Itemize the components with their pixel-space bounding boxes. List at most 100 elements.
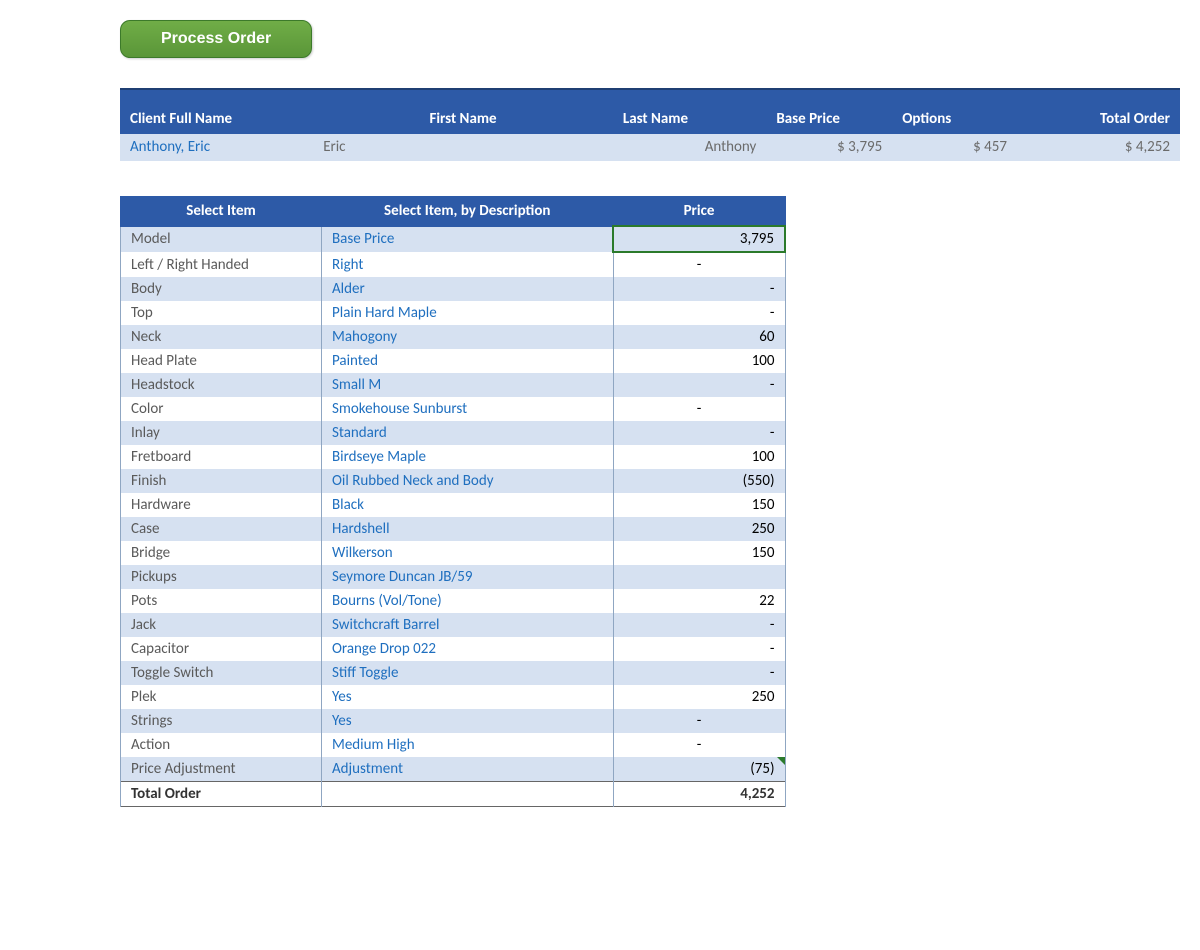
item-price-cell[interactable]: - bbox=[613, 733, 785, 757]
item-description-cell[interactable]: Yes bbox=[322, 685, 614, 709]
item-price-cell[interactable]: 150 bbox=[613, 493, 785, 517]
item-price-cell[interactable]: - bbox=[613, 277, 785, 301]
item-price-cell[interactable]: - bbox=[613, 637, 785, 661]
item-price-cell[interactable]: 150 bbox=[613, 541, 785, 565]
header-select-item-description: Select Item, by Description bbox=[322, 197, 614, 227]
item-row[interactable]: CapacitorOrange Drop 022- bbox=[121, 637, 786, 661]
item-category-cell[interactable]: Top bbox=[121, 301, 322, 325]
item-row[interactable]: HeadstockSmall M- bbox=[121, 373, 786, 397]
item-row[interactable]: NeckMahogony60 bbox=[121, 325, 786, 349]
item-row[interactable]: Price AdjustmentAdjustment(75) bbox=[121, 757, 786, 782]
item-category-cell[interactable]: Pots bbox=[121, 589, 322, 613]
item-description-cell[interactable]: Bourns (Vol/Tone) bbox=[322, 589, 614, 613]
item-row[interactable]: CaseHardshell250 bbox=[121, 517, 786, 541]
item-category-cell[interactable]: Inlay bbox=[121, 421, 322, 445]
item-description-cell[interactable]: Base Price bbox=[322, 226, 614, 252]
item-description-cell[interactable]: Mahogony bbox=[322, 325, 614, 349]
item-category-cell[interactable]: Case bbox=[121, 517, 322, 541]
item-description-cell[interactable]: Orange Drop 022 bbox=[322, 637, 614, 661]
item-category-cell[interactable]: Capacitor bbox=[121, 637, 322, 661]
process-order-button[interactable]: Process Order bbox=[120, 20, 312, 58]
item-description-cell[interactable]: Alder bbox=[322, 277, 614, 301]
item-category-cell[interactable]: Pickups bbox=[121, 565, 322, 589]
item-row[interactable]: BridgeWilkerson150 bbox=[121, 541, 786, 565]
item-category-cell[interactable]: Bridge bbox=[121, 541, 322, 565]
item-row[interactable]: PickupsSeymore Duncan JB/59 bbox=[121, 565, 786, 589]
item-description-cell[interactable]: Standard bbox=[322, 421, 614, 445]
item-category-cell[interactable]: Body bbox=[121, 277, 322, 301]
client-options-cell: $ 457 bbox=[892, 134, 1017, 161]
item-description-cell[interactable]: Oil Rubbed Neck and Body bbox=[322, 469, 614, 493]
item-category-cell[interactable]: Toggle Switch bbox=[121, 661, 322, 685]
item-category-cell[interactable]: Action bbox=[121, 733, 322, 757]
item-description-cell[interactable]: Yes bbox=[322, 709, 614, 733]
item-category-cell[interactable]: Fretboard bbox=[121, 445, 322, 469]
item-description-cell[interactable]: Painted bbox=[322, 349, 614, 373]
item-category-cell[interactable]: Neck bbox=[121, 325, 322, 349]
item-description-cell[interactable]: Switchcraft Barrel bbox=[322, 613, 614, 637]
item-category-cell[interactable]: Model bbox=[121, 226, 322, 252]
item-category-cell[interactable]: Finish bbox=[121, 469, 322, 493]
item-row[interactable]: PlekYes250 bbox=[121, 685, 786, 709]
item-row[interactable]: Head PlatePainted100 bbox=[121, 349, 786, 373]
item-description-cell[interactable]: Black bbox=[322, 493, 614, 517]
item-category-cell[interactable]: Jack bbox=[121, 613, 322, 637]
item-description-cell[interactable]: Medium High bbox=[322, 733, 614, 757]
client-data-row[interactable]: Anthony, Eric Eric Anthony $ 3,795 $ 457… bbox=[120, 134, 1180, 161]
item-category-cell[interactable]: Color bbox=[121, 397, 322, 421]
item-price-cell[interactable]: 3,795 bbox=[613, 226, 785, 252]
item-price-cell[interactable]: - bbox=[613, 661, 785, 685]
item-price-cell[interactable] bbox=[613, 565, 785, 589]
item-row[interactable]: FretboardBirdseye Maple100 bbox=[121, 445, 786, 469]
item-price-cell[interactable]: - bbox=[613, 252, 785, 277]
item-category-cell[interactable]: Plek bbox=[121, 685, 322, 709]
item-row[interactable]: InlayStandard- bbox=[121, 421, 786, 445]
item-description-cell[interactable]: Hardshell bbox=[322, 517, 614, 541]
item-category-cell[interactable]: Head Plate bbox=[121, 349, 322, 373]
item-row[interactable]: BodyAlder- bbox=[121, 277, 786, 301]
item-row[interactable]: Toggle SwitchStiff Toggle- bbox=[121, 661, 786, 685]
item-description-cell[interactable]: Stiff Toggle bbox=[322, 661, 614, 685]
total-value: 4,252 bbox=[613, 782, 785, 807]
client-full-name-cell[interactable]: Anthony, Eric bbox=[120, 134, 313, 161]
item-description-cell[interactable]: Seymore Duncan JB/59 bbox=[322, 565, 614, 589]
item-price-cell[interactable]: 22 bbox=[613, 589, 785, 613]
item-price-cell[interactable]: - bbox=[613, 613, 785, 637]
item-category-cell[interactable]: Left / Right Handed bbox=[121, 252, 322, 277]
item-price-cell[interactable]: 100 bbox=[613, 349, 785, 373]
item-row[interactable]: TopPlain Hard Maple- bbox=[121, 301, 786, 325]
item-row[interactable]: FinishOil Rubbed Neck and Body(550) bbox=[121, 469, 786, 493]
item-row[interactable]: ColorSmokehouse Sunburst- bbox=[121, 397, 786, 421]
item-row[interactable]: Left / Right HandedRight- bbox=[121, 252, 786, 277]
item-category-cell[interactable]: Hardware bbox=[121, 493, 322, 517]
item-row[interactable]: ModelBase Price3,795 bbox=[121, 226, 786, 252]
item-price-cell[interactable]: - bbox=[613, 709, 785, 733]
item-price-cell[interactable]: 250 bbox=[613, 685, 785, 709]
item-description-cell[interactable]: Wilkerson bbox=[322, 541, 614, 565]
item-price-cell[interactable]: 60 bbox=[613, 325, 785, 349]
item-description-cell[interactable]: Birdseye Maple bbox=[322, 445, 614, 469]
item-description-cell[interactable]: Right bbox=[322, 252, 614, 277]
item-price-cell[interactable]: - bbox=[613, 301, 785, 325]
item-row[interactable]: JackSwitchcraft Barrel- bbox=[121, 613, 786, 637]
item-category-cell[interactable]: Strings bbox=[121, 709, 322, 733]
item-price-cell[interactable]: 250 bbox=[613, 517, 785, 541]
item-row[interactable]: HardwareBlack150 bbox=[121, 493, 786, 517]
item-price-cell[interactable]: - bbox=[613, 373, 785, 397]
item-price-cell[interactable]: 100 bbox=[613, 445, 785, 469]
item-price-cell[interactable]: - bbox=[613, 421, 785, 445]
item-price-cell[interactable]: (550) bbox=[613, 469, 785, 493]
item-description-cell[interactable]: Adjustment bbox=[322, 757, 614, 782]
item-price-cell[interactable]: - bbox=[613, 397, 785, 421]
client-total-cell: $ 4,252 bbox=[1017, 134, 1180, 161]
item-row[interactable]: StringsYes- bbox=[121, 709, 786, 733]
item-category-cell[interactable]: Headstock bbox=[121, 373, 322, 397]
item-row[interactable]: PotsBourns (Vol/Tone)22 bbox=[121, 589, 786, 613]
item-row[interactable]: ActionMedium High- bbox=[121, 733, 786, 757]
item-category-cell[interactable]: Price Adjustment bbox=[121, 757, 322, 782]
item-description-cell[interactable]: Smokehouse Sunburst bbox=[322, 397, 614, 421]
item-price-cell[interactable]: (75) bbox=[613, 757, 785, 782]
item-description-cell[interactable]: Small M bbox=[322, 373, 614, 397]
item-description-cell[interactable]: Plain Hard Maple bbox=[322, 301, 614, 325]
client-last-name-cell: Anthony bbox=[613, 134, 766, 161]
